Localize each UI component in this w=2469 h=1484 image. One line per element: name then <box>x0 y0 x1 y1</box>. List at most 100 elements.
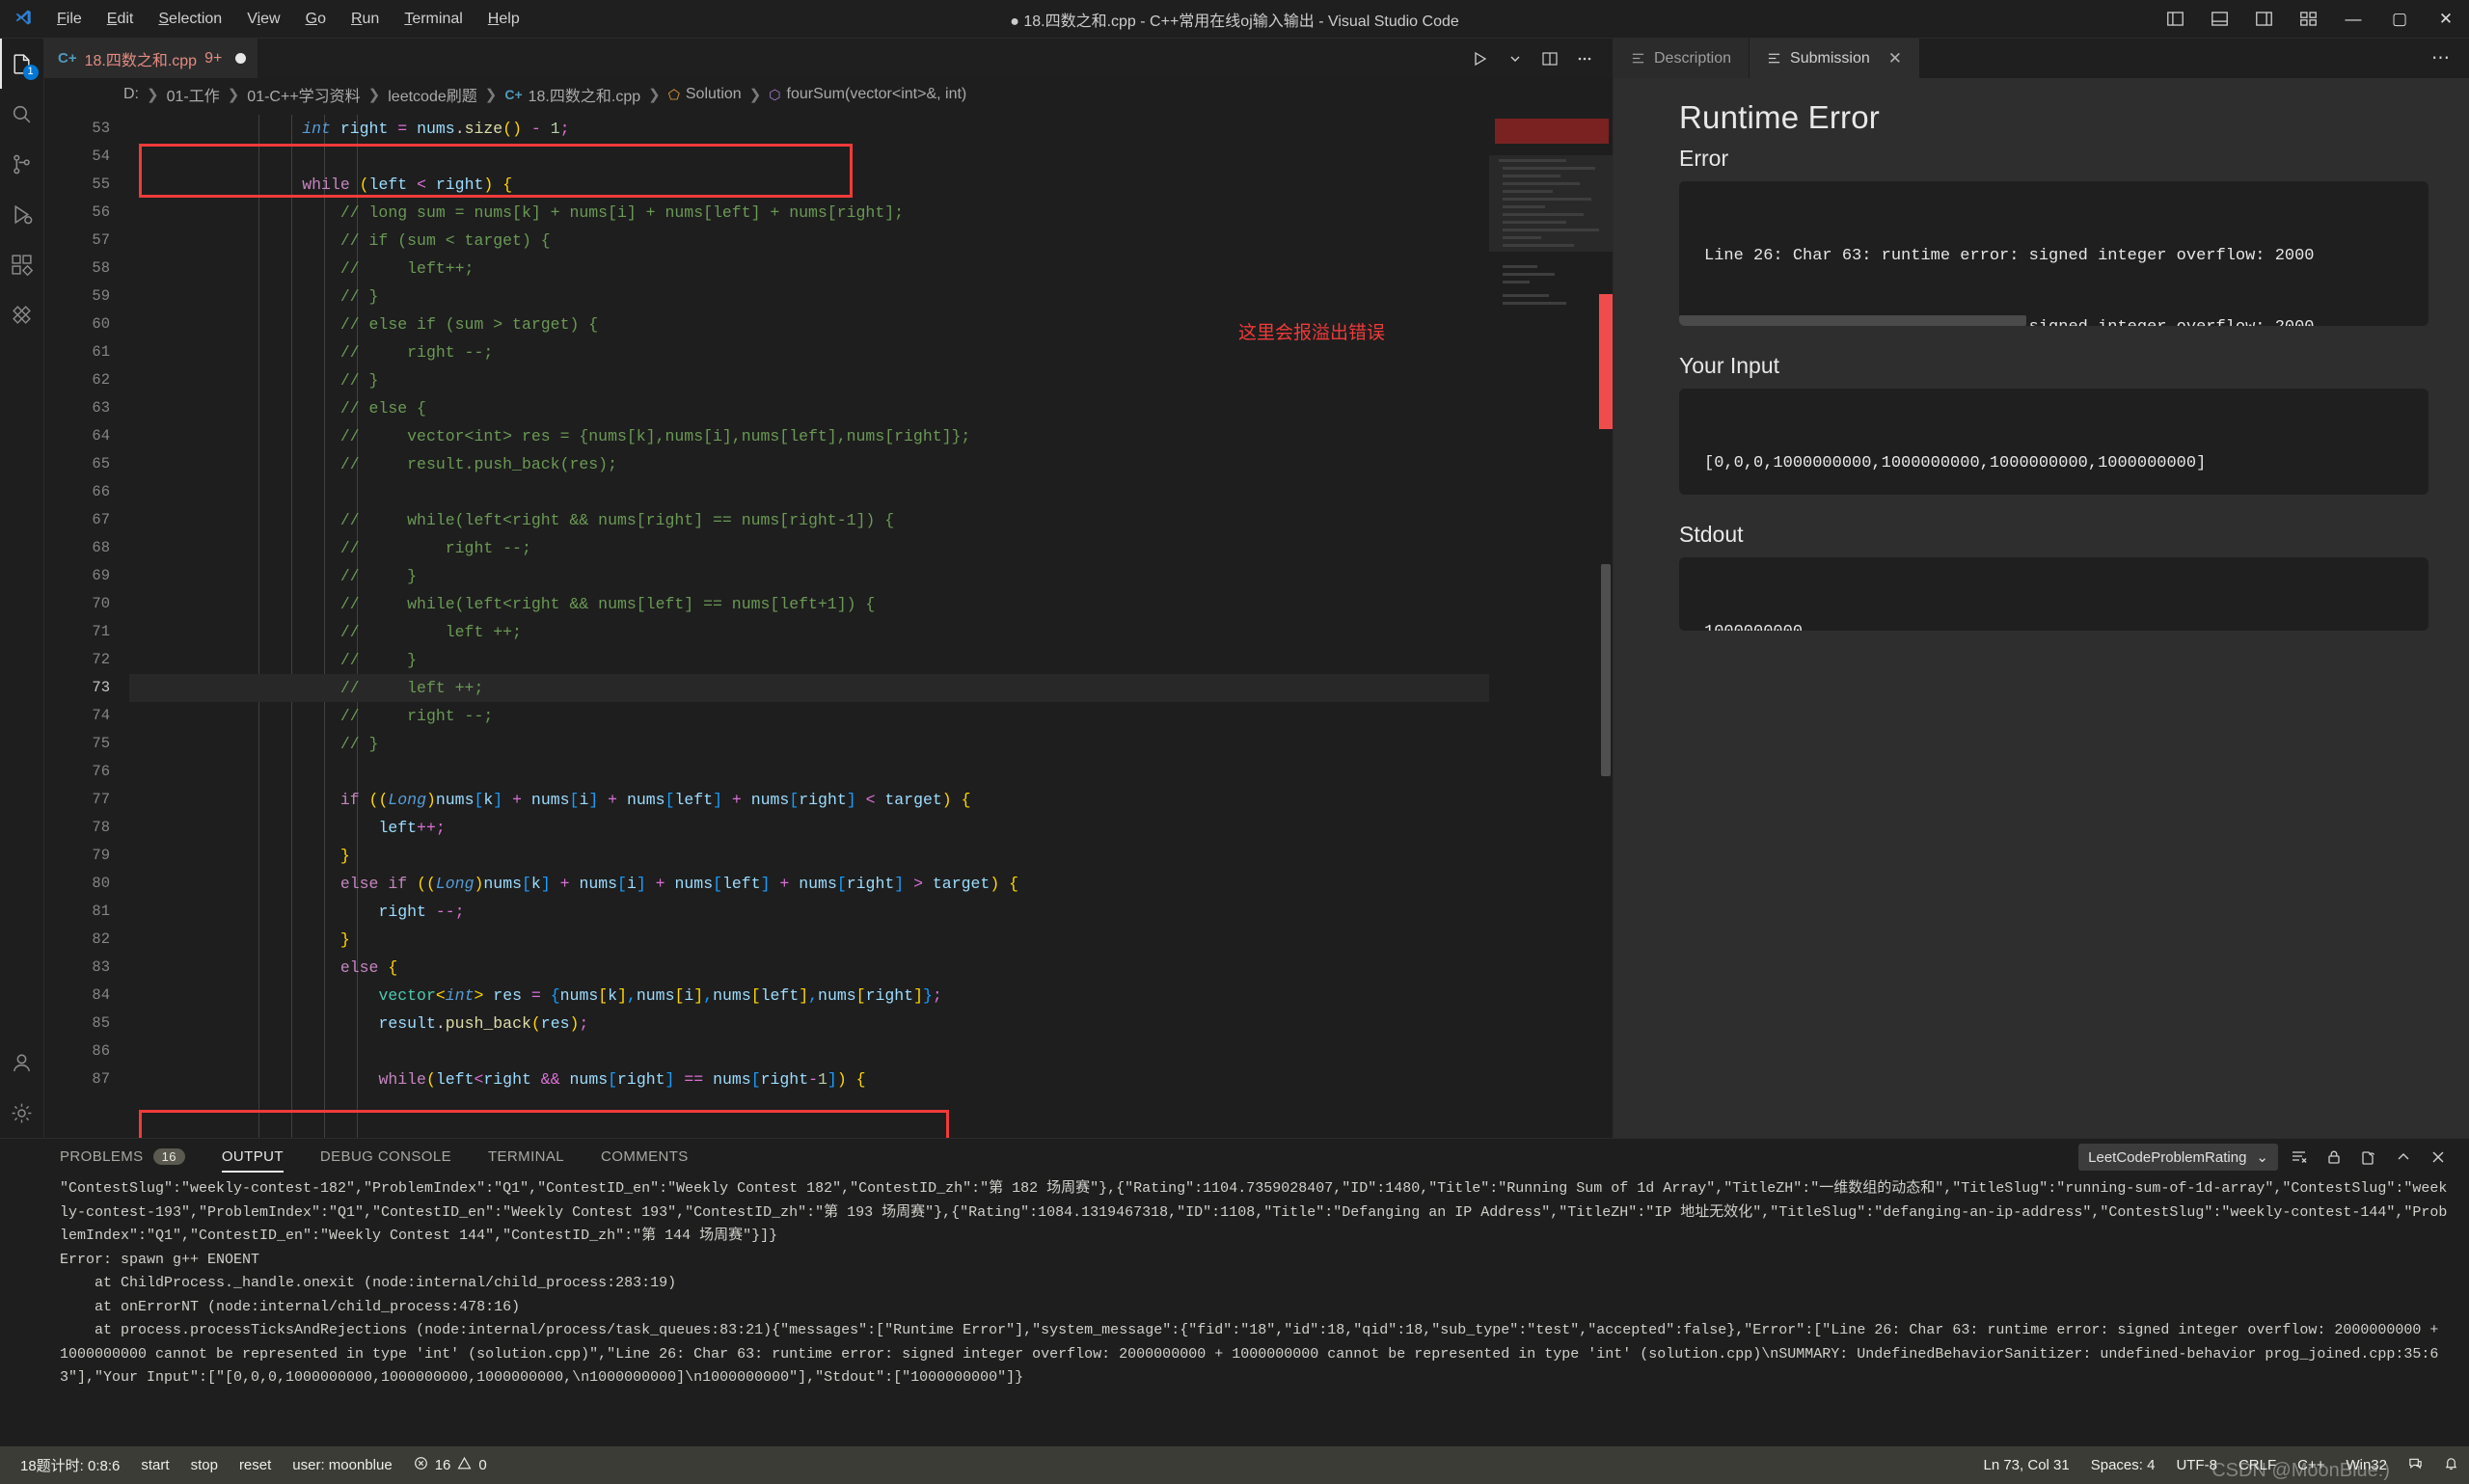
status-platform[interactable]: Win32 <box>2335 1446 2398 1484</box>
status-timer-reset[interactable]: reset <box>229 1446 282 1484</box>
tab-description[interactable]: Description <box>1614 39 1750 78</box>
activity-settings-gear-icon[interactable] <box>0 1088 44 1138</box>
status-problems[interactable]: 16 0 <box>403 1446 498 1484</box>
error-box-horizontal-scrollbar[interactable] <box>1679 315 2026 326</box>
run-dropdown-chevron-down-icon[interactable] <box>1501 44 1530 73</box>
code-line[interactable]: // } <box>129 730 1489 758</box>
status-leetcode-timer[interactable]: 18题计时: 0:8:6 <box>10 1446 130 1484</box>
code-line[interactable]: vector<int> res = {nums[k],nums[i],nums[… <box>129 982 1489 1010</box>
panel-tab-debug-console[interactable]: DEBUG CONSOLE <box>320 1143 451 1173</box>
panel-tab-comments[interactable]: COMMENTS <box>601 1143 689 1173</box>
status-timer-start[interactable]: start <box>130 1446 179 1484</box>
window-maximize-button[interactable]: ▢ <box>2376 0 2423 39</box>
menu-terminal[interactable]: Terminal <box>392 6 475 33</box>
status-language-mode[interactable]: C++ <box>2287 1446 2335 1484</box>
code-line[interactable]: } <box>129 842 1489 870</box>
code-line[interactable]: // right --; <box>129 534 1489 562</box>
code-line[interactable]: result.push_back(res); <box>129 1010 1489 1038</box>
tab-submission[interactable]: Submission ✕ <box>1750 39 1920 78</box>
code-line[interactable]: // left ++; <box>129 618 1489 646</box>
close-panel-icon[interactable] <box>2425 1144 2452 1171</box>
activity-explorer[interactable]: 1 <box>0 39 44 89</box>
breadcrumb-item-class[interactable]: ⬠ Solution <box>668 86 742 103</box>
breadcrumb-item-folder2[interactable]: 01-C++学习资料 <box>247 83 360 106</box>
menu-go[interactable]: Go <box>293 6 339 33</box>
code-line[interactable]: else { <box>129 954 1489 982</box>
code-line[interactable]: } <box>129 926 1489 954</box>
breadcrumb-item-folder1[interactable]: 01-工作 <box>167 83 220 106</box>
editor-more-actions-icon[interactable] <box>1570 44 1599 73</box>
breadcrumb-item-file[interactable]: C+ 18.四数之和.cpp <box>504 83 640 106</box>
output-channel-select[interactable]: LeetCodeProblemRating ⌄ <box>2078 1144 2278 1171</box>
menu-help[interactable]: Help <box>475 6 532 33</box>
code-line[interactable] <box>129 143 1489 171</box>
code-line[interactable]: // if (sum < target) { <box>129 227 1489 255</box>
status-encoding[interactable]: UTF-8 <box>2165 1446 2228 1484</box>
status-eol[interactable]: CRLF <box>2228 1446 2287 1484</box>
activity-extensions[interactable] <box>0 239 44 289</box>
code-line[interactable]: // right --; <box>129 702 1489 730</box>
status-timer-stop[interactable]: stop <box>180 1446 229 1484</box>
code-line[interactable]: int right = nums.size() - 1; <box>129 115 1489 143</box>
code-line[interactable]: // left ++; <box>129 674 1489 702</box>
code-line[interactable]: // } <box>129 366 1489 394</box>
toggle-secondary-sidebar-icon[interactable] <box>2241 0 2286 39</box>
error-output-box[interactable]: Line 26: Char 63: runtime error: signed … <box>1679 181 2428 326</box>
minimap[interactable] <box>1489 111 1613 1138</box>
editor-tab-dirty-indicator[interactable] <box>235 53 247 64</box>
toggle-primary-sidebar-icon[interactable] <box>2153 0 2197 39</box>
code-line[interactable]: // else { <box>129 394 1489 422</box>
menu-view[interactable]: View <box>234 6 292 33</box>
code-editor[interactable]: 53 54 55 56 57 58 59 60 61 62 63 64 65 66 67 68 69 70 71 72… <box>44 111 1613 1138</box>
window-minimize-button[interactable]: — <box>2330 0 2376 39</box>
status-indentation[interactable]: Spaces: 4 <box>2080 1446 2166 1484</box>
panel-tab-output[interactable]: OUTPUT <box>221 1143 284 1173</box>
customize-layout-icon[interactable] <box>2286 0 2330 39</box>
scrollbar-thumb[interactable] <box>1601 564 1611 776</box>
panel-tab-terminal[interactable]: TERMINAL <box>488 1143 564 1173</box>
activity-run-and-debug[interactable] <box>0 189 44 239</box>
menu-run[interactable]: Run <box>339 6 392 33</box>
clear-output-icon[interactable] <box>2286 1144 2313 1171</box>
code-line[interactable] <box>129 1038 1489 1066</box>
code-line[interactable]: // result.push_back(res); <box>129 450 1489 478</box>
open-in-new-window-icon[interactable] <box>2355 1144 2382 1171</box>
split-editor-icon[interactable] <box>1535 44 1564 73</box>
close-icon[interactable]: ✕ <box>1888 49 1902 68</box>
code-line[interactable]: // vector<int> res = {nums[k],nums[i],nu… <box>129 422 1489 450</box>
code-line[interactable]: // long sum = nums[k] + nums[i] + nums[l… <box>129 199 1489 227</box>
editor-tab-18-foursum[interactable]: C+ 18.四数之和.cpp 9+ <box>44 39 259 78</box>
breadcrumb-item-drive[interactable]: D: <box>123 86 139 103</box>
activity-source-control[interactable] <box>0 139 44 189</box>
window-close-button[interactable]: ✕ <box>2423 0 2469 39</box>
menu-selection[interactable]: Selection <box>146 6 234 33</box>
code-line[interactable]: if ((Long)nums[k] + nums[i] + nums[left]… <box>129 786 1489 814</box>
status-notifications[interactable] <box>2433 1446 2469 1484</box>
code-line[interactable] <box>129 478 1489 506</box>
status-feedback[interactable] <box>2398 1446 2433 1484</box>
menu-file[interactable]: File <box>44 6 95 33</box>
code-line[interactable]: while(left<right && nums[right] == nums[… <box>129 1066 1489 1093</box>
status-leetcode-user[interactable]: user: moonblue <box>282 1446 402 1484</box>
breadcrumb-item-method[interactable]: ⬡ fourSum(vector<int>&, int) <box>769 86 966 103</box>
code-line[interactable]: // } <box>129 283 1489 310</box>
status-cursor-position[interactable]: Ln 73, Col 31 <box>1972 1446 2079 1484</box>
lock-scroll-icon[interactable] <box>2320 1144 2347 1171</box>
editor-vertical-scrollbar[interactable] <box>1599 111 1613 1138</box>
code-line[interactable]: while (left < right) { <box>129 171 1489 199</box>
activity-accounts[interactable] <box>0 1038 44 1088</box>
breadcrumb-item-folder3[interactable]: leetcode刷题 <box>388 83 477 106</box>
menu-edit[interactable]: Edit <box>95 6 147 33</box>
code-line[interactable]: // left++; <box>129 255 1489 283</box>
code-line[interactable]: // } <box>129 646 1489 674</box>
activity-leetcode[interactable] <box>0 289 44 339</box>
output-console-text[interactable]: "ContestSlug":"weekly-contest-182","Prob… <box>0 1175 2469 1446</box>
code-line[interactable]: // while(left<right && nums[right] == nu… <box>129 506 1489 534</box>
code-line[interactable]: // } <box>129 562 1489 590</box>
maximize-panel-icon[interactable] <box>2390 1144 2417 1171</box>
code-line[interactable]: else if ((Long)nums[k] + nums[i] + nums[… <box>129 870 1489 898</box>
panel-tab-problems[interactable]: PROBLEMS 16 <box>60 1143 185 1173</box>
run-code-icon[interactable] <box>1466 44 1495 73</box>
code-line[interactable]: left++; <box>129 814 1489 842</box>
code-text-area[interactable]: int right = nums.size() - 1; while (left… <box>129 111 1489 1138</box>
